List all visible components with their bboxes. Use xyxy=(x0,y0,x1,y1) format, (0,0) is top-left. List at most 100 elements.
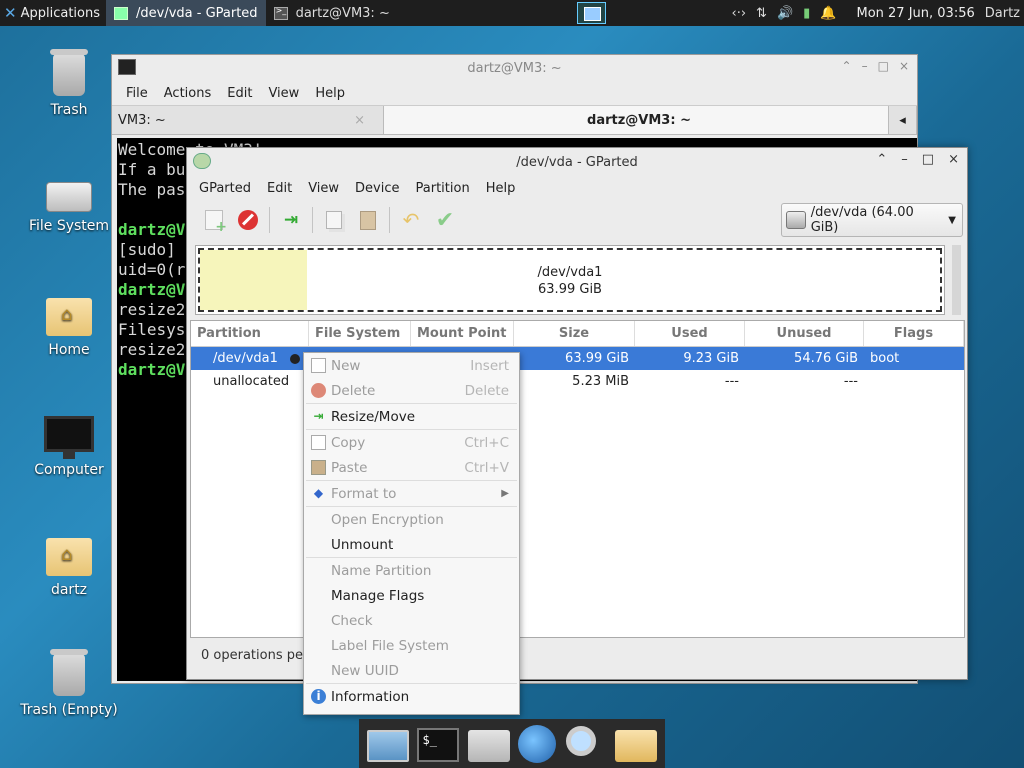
new-partition-icon xyxy=(311,358,326,373)
applications-menu-button[interactable]: ✕ Applications xyxy=(0,0,106,26)
column-header-used[interactable]: Used xyxy=(635,321,745,346)
menu-item-delete[interactable]: Delete Delete xyxy=(304,378,519,403)
user-menu[interactable]: Dartz xyxy=(985,6,1020,21)
disk-map-partition-size: 63.99 GiB xyxy=(538,282,602,297)
menu-file[interactable]: File xyxy=(118,86,156,101)
resize-move-button[interactable]: ⇥ xyxy=(274,205,308,235)
menu-item-information[interactable]: i Information xyxy=(304,684,519,709)
new-partition-button[interactable] xyxy=(197,205,231,235)
terminal-icon[interactable]: $_ xyxy=(417,728,460,762)
notification-bell-icon[interactable]: 🔔 xyxy=(820,6,836,21)
close-button[interactable]: × xyxy=(948,152,959,167)
column-header-filesystem[interactable]: File System xyxy=(309,321,411,346)
web-browser-icon[interactable] xyxy=(518,724,557,763)
tab-scroll-left-button[interactable]: ◂ xyxy=(889,106,917,134)
maximize-button[interactable]: □ xyxy=(922,152,934,167)
gparted-app-icon xyxy=(193,153,211,169)
unused-cell: 54.76 GiB xyxy=(794,351,858,366)
menu-gparted[interactable]: GParted xyxy=(191,181,259,196)
shade-button[interactable]: ⌃ xyxy=(876,152,887,167)
desktop-icon-trash-empty[interactable]: Trash (Empty) xyxy=(14,649,124,718)
menu-item-new-uuid[interactable]: New UUID xyxy=(304,658,519,683)
battery-icon[interactable]: ▮ xyxy=(803,6,810,21)
disk-map[interactable]: /dev/vda1 63.99 GiB xyxy=(195,245,945,315)
show-desktop-icon[interactable] xyxy=(367,729,410,762)
undo-button[interactable]: ↶ xyxy=(394,205,428,235)
minimize-button[interactable]: – xyxy=(862,59,868,73)
menu-help[interactable]: Help xyxy=(478,181,524,196)
column-header-mountpoint[interactable]: Mount Point xyxy=(411,321,514,346)
network-icon[interactable]: ‹·› xyxy=(732,6,747,21)
resize-icon: ⇥ xyxy=(313,409,324,423)
gparted-menubar: GParted Edit View Device Partition Help xyxy=(187,176,967,200)
apply-button[interactable]: ✔ xyxy=(428,205,462,235)
copy-icon xyxy=(326,211,342,229)
delete-partition-button[interactable] xyxy=(231,205,265,235)
menu-edit[interactable]: Edit xyxy=(259,181,300,196)
tab-label: VM3: ~ xyxy=(118,112,166,128)
close-button[interactable]: × xyxy=(899,59,909,73)
maximize-button[interactable]: □ xyxy=(878,59,889,73)
home-folder-icon xyxy=(46,298,92,336)
column-header-partition[interactable]: Partition xyxy=(191,321,309,346)
desktop-icon-trash[interactable]: Trash xyxy=(14,49,124,118)
desktop-icon-dartz[interactable]: dartz xyxy=(14,532,124,598)
disk-map-partition[interactable]: /dev/vda1 63.99 GiB xyxy=(198,248,942,312)
menu-device[interactable]: Device xyxy=(347,181,407,196)
menu-view[interactable]: View xyxy=(300,181,347,196)
home-icon[interactable] xyxy=(467,729,510,762)
volume-icon[interactable]: 🔊 xyxy=(777,6,793,21)
menu-view[interactable]: View xyxy=(260,86,307,101)
tab-close-icon[interactable]: × xyxy=(354,113,365,128)
copy-button[interactable] xyxy=(317,205,351,235)
column-header-unused[interactable]: Unused xyxy=(745,321,864,346)
search-dock-button[interactable] xyxy=(564,724,606,764)
format-icon: ◆ xyxy=(313,486,324,500)
transfer-arrows-icon[interactable]: ⇅ xyxy=(756,6,767,21)
window-title: dartz@VM3: ~ xyxy=(467,60,562,76)
menu-item-unmount[interactable]: Unmount xyxy=(304,532,519,557)
taskbar-item-terminal[interactable]: dartz@VM3: ~ xyxy=(266,0,466,26)
chevron-left-icon: ◂ xyxy=(899,112,906,128)
partition-table-header: Partition File System Mount Point Size U… xyxy=(191,321,964,347)
menu-edit[interactable]: Edit xyxy=(219,86,260,101)
paste-button[interactable] xyxy=(351,205,385,235)
minimize-button[interactable]: – xyxy=(901,152,908,167)
desktop-icon-home[interactable]: Home xyxy=(14,292,124,358)
device-selector[interactable]: /dev/vda (64.00 GiB) ▼ xyxy=(781,203,963,237)
menu-item-paste[interactable]: Paste Ctrl+V xyxy=(304,455,519,480)
menu-item-label-file-system[interactable]: Label File System xyxy=(304,633,519,658)
column-header-flags[interactable]: Flags xyxy=(864,321,964,346)
menu-item-manage-flags[interactable]: Manage Flags xyxy=(304,583,519,608)
taskbar-item-gparted[interactable]: /dev/vda - GParted xyxy=(106,0,266,26)
folder-icon[interactable] xyxy=(614,729,657,762)
menu-item-open-encryption[interactable]: Open Encryption xyxy=(304,507,519,532)
column-header-size[interactable]: Size xyxy=(514,321,635,346)
menu-partition[interactable]: Partition xyxy=(408,181,478,196)
workspace-switcher[interactable] xyxy=(577,2,606,24)
menu-item-accelerator: Delete xyxy=(464,382,509,399)
menu-item-label: Unmount xyxy=(331,536,394,553)
desktop-icon-computer[interactable]: Computer xyxy=(14,412,124,478)
clock[interactable]: Mon 27 Jun, 03:56 xyxy=(856,6,974,21)
menu-item-resize-move[interactable]: ⇥ Resize/Move xyxy=(304,404,519,429)
disk-map-scrollbar[interactable] xyxy=(952,245,961,315)
gparted-titlebar[interactable]: /dev/vda - GParted ⌃ – □ × xyxy=(187,148,967,176)
menu-help[interactable]: Help xyxy=(307,86,353,101)
terminal-titlebar[interactable]: dartz@VM3: ~ ⌃ – □ × xyxy=(112,55,917,81)
menu-item-new[interactable]: New Insert xyxy=(304,353,519,378)
menu-actions[interactable]: Actions xyxy=(156,86,220,101)
trash-icon xyxy=(50,649,88,696)
terminal-tab-1[interactable]: VM3: ~ × xyxy=(112,106,384,134)
desktop-icon-file-system[interactable]: File System xyxy=(14,172,124,234)
toolbar-separator xyxy=(312,207,313,233)
tab-label: dartz@VM3: ~ xyxy=(587,112,691,128)
shade-button[interactable]: ⌃ xyxy=(842,59,852,73)
new-partition-icon xyxy=(205,210,227,235)
menu-item-check[interactable]: Check xyxy=(304,608,519,633)
menu-item-name-partition[interactable]: Name Partition xyxy=(304,558,519,583)
menu-item-format-to[interactable]: ◆ Format to ▶ xyxy=(304,481,519,506)
home-folder-icon xyxy=(46,538,92,576)
terminal-tab-2[interactable]: dartz@VM3: ~ xyxy=(384,106,889,134)
menu-item-copy[interactable]: Copy Ctrl+C xyxy=(304,430,519,455)
